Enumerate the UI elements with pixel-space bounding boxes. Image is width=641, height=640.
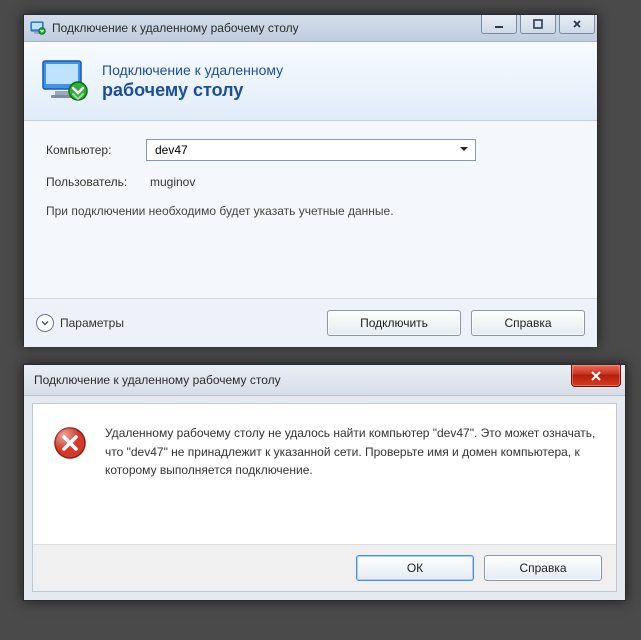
close-button[interactable] [571, 365, 621, 387]
close-button[interactable] [559, 15, 595, 34]
minimize-button[interactable] [481, 15, 517, 34]
help-button[interactable]: Справка [471, 310, 585, 336]
rdp-footer: Параметры Подключить Справка [24, 298, 597, 347]
rdp-body: Компьютер: Пользователь: muginov При под… [24, 121, 597, 298]
rdp-title-text: Подключение к удаленному рабочему столу [52, 21, 299, 35]
error-icon [53, 426, 87, 460]
help-button[interactable]: Справка [484, 555, 602, 581]
error-titlebar[interactable]: Подключение к удаленному рабочему столу [24, 365, 625, 396]
chevron-down-icon[interactable] [459, 143, 469, 157]
window-controls [481, 15, 595, 37]
credentials-hint: При подключении необходимо будет указать… [46, 203, 575, 220]
user-value: muginov [146, 175, 195, 189]
options-label: Параметры [60, 316, 124, 330]
rdp-header-banner: Подключение к удаленному рабочему столу [24, 42, 597, 121]
chevron-down-circle-icon [36, 314, 54, 332]
error-dialog-window: Подключение к удаленному рабочему столу [23, 364, 626, 601]
connect-button[interactable]: Подключить [327, 310, 461, 336]
computer-input[interactable] [153, 142, 469, 158]
ok-button[interactable]: ОК [356, 555, 474, 581]
error-dialog-footer: ОК Справка [33, 544, 616, 591]
computer-label: Компьютер: [46, 143, 146, 157]
rdp-connection-window: Подключение к удаленному рабочему столу [23, 14, 598, 345]
rdp-monitor-icon [40, 57, 88, 105]
rdp-app-icon [30, 20, 46, 36]
computer-combobox[interactable] [146, 139, 476, 161]
user-label: Пользователь: [46, 175, 146, 189]
header-line2: рабочему столу [102, 80, 283, 101]
error-message-text: Удаленному рабочему столу не удалось най… [105, 424, 596, 480]
options-expander[interactable]: Параметры [36, 314, 124, 332]
maximize-button[interactable] [520, 15, 556, 34]
header-line1: Подключение к удаленному [102, 62, 283, 78]
error-title-text: Подключение к удаленному рабочему столу [34, 373, 281, 387]
error-client-area: Удаленному рабочему столу не удалось най… [32, 403, 617, 592]
rdp-titlebar[interactable]: Подключение к удаленному рабочему столу [24, 15, 597, 42]
